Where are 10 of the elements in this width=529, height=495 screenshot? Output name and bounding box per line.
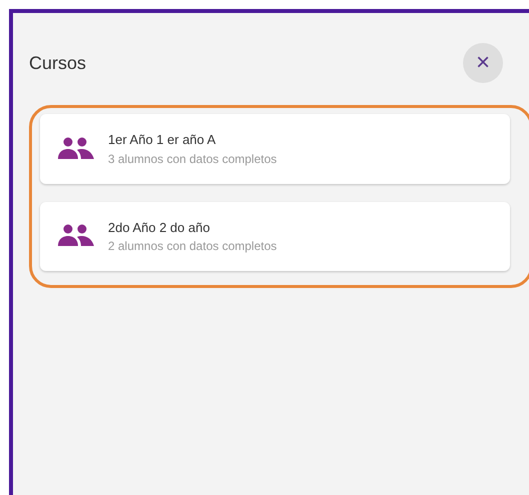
course-item[interactable]: 2do Año 2 do año 2 alumnos con datos completos — [40, 202, 510, 271]
dialog-title: Cursos — [29, 52, 86, 74]
course-detail: 3 alumnos con datos completos — [108, 150, 277, 168]
course-detail: 2 alumnos con datos completos — [108, 238, 277, 255]
course-name: 1er Año 1 er año A — [108, 131, 217, 149]
people-icon — [58, 136, 94, 161]
close-button[interactable]: × — [463, 43, 503, 83]
people-icon — [58, 224, 94, 248]
course-item[interactable]: 1er Año 1 er año A 3 alumnos con datos completos — [40, 114, 510, 184]
course-name: 2do Año 2 do año — [108, 218, 211, 236]
